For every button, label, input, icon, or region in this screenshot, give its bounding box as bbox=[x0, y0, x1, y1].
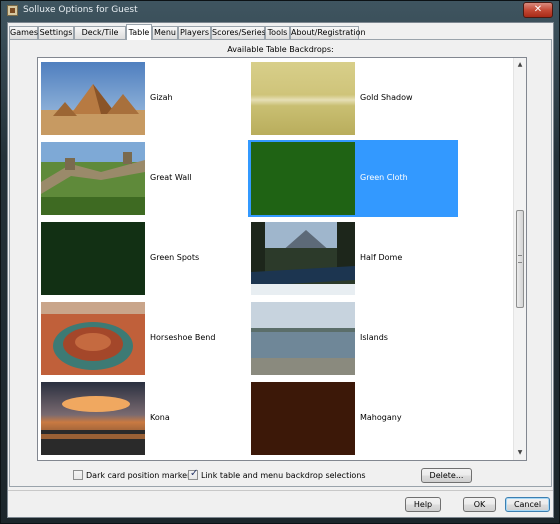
tab-games[interactable]: Games bbox=[9, 26, 38, 39]
gold-gradient-image bbox=[251, 62, 355, 135]
backdrop-label: Great Wall bbox=[150, 173, 192, 182]
backdrop-item-gizah[interactable]: Gizah bbox=[38, 60, 238, 137]
ok-button[interactable]: OK bbox=[463, 497, 496, 512]
tab-settings[interactable]: Settings bbox=[38, 26, 74, 39]
backdrop-item-islands[interactable]: Islands bbox=[248, 300, 458, 377]
backdrop-item-mahogany[interactable]: Mahogany bbox=[248, 380, 458, 457]
tab-tools[interactable]: Tools bbox=[265, 26, 290, 39]
great-wall-image bbox=[41, 142, 145, 215]
backdrop-label: Kona bbox=[150, 413, 170, 422]
dark-green-image bbox=[41, 222, 145, 295]
backdrop-item-green-spots[interactable]: Green Spots bbox=[38, 220, 238, 297]
dialog-client: Games Settings Deck/Tile Set Table Menu … bbox=[7, 22, 554, 518]
scroll-up-arrow-icon[interactable]: ▲ bbox=[514, 58, 526, 72]
backdrop-label: Mahogany bbox=[360, 413, 402, 422]
dark-markers-label: Dark card position markers bbox=[86, 471, 195, 480]
vertical-scrollbar[interactable]: ▲ ▼ bbox=[513, 58, 526, 460]
backdrop-list[interactable]: Gizah Gold Shadow Great Wall Green Cloth… bbox=[37, 57, 527, 461]
tab-players[interactable]: Players bbox=[178, 26, 211, 39]
backdrop-label: Half Dome bbox=[360, 253, 403, 262]
green-cloth-image bbox=[251, 142, 355, 215]
cancel-button[interactable]: Cancel bbox=[505, 497, 550, 512]
tab-about-registration[interactable]: About/Registration bbox=[290, 26, 366, 39]
tab-scores-series[interactable]: Scores/Series bbox=[211, 26, 266, 39]
backdrops-heading: Available Table Backdrops: bbox=[227, 45, 334, 54]
title-bar[interactable]: Solluxe Options for Guest ✕ bbox=[1, 1, 559, 21]
snowy-river-image bbox=[251, 222, 355, 295]
window-title: Solluxe Options for Guest bbox=[23, 5, 138, 15]
scroll-thumb[interactable] bbox=[516, 210, 524, 308]
backdrop-item-great-wall[interactable]: Great Wall bbox=[38, 140, 238, 217]
tab-menu[interactable]: Menu bbox=[152, 26, 178, 39]
link-backdrops-label: Link table and menu backdrop selections bbox=[201, 471, 366, 480]
backdrop-item-gold-shadow[interactable]: Gold Shadow bbox=[248, 60, 458, 137]
backdrop-item-kona[interactable]: Kona bbox=[38, 380, 238, 457]
checkmark-icon: ✓ bbox=[190, 468, 199, 479]
grip-icon bbox=[518, 255, 522, 263]
help-button[interactable]: Help bbox=[405, 497, 441, 512]
tab-table[interactable]: Table bbox=[126, 24, 152, 40]
table-tab-panel: Available Table Backdrops: Gizah Gold Sh… bbox=[9, 39, 552, 487]
separator bbox=[8, 490, 553, 491]
backdrop-label: Green Cloth bbox=[360, 173, 408, 182]
link-backdrops-checkbox[interactable]: ✓ bbox=[188, 468, 199, 480]
close-button[interactable]: ✕ bbox=[523, 2, 553, 18]
pyramids-image bbox=[41, 62, 145, 135]
tab-deck-tile-set[interactable]: Deck/Tile Set bbox=[74, 26, 126, 49]
canyon-image bbox=[41, 302, 145, 375]
backdrop-item-half-dome[interactable]: Half Dome bbox=[248, 220, 458, 297]
options-window: Solluxe Options for Guest ✕ Games Settin… bbox=[0, 0, 560, 524]
mahogany-image bbox=[251, 382, 355, 455]
backdrop-label: Green Spots bbox=[150, 253, 200, 262]
lake-image bbox=[251, 302, 355, 375]
backdrop-label: Horseshoe Bend bbox=[150, 333, 216, 342]
sunset-image bbox=[41, 382, 145, 455]
scroll-down-arrow-icon[interactable]: ▼ bbox=[514, 446, 526, 460]
delete-button[interactable]: Delete... bbox=[421, 468, 472, 483]
dark-markers-checkbox[interactable] bbox=[73, 470, 83, 480]
backdrop-label: Gold Shadow bbox=[360, 93, 413, 102]
app-icon bbox=[7, 5, 18, 16]
backdrop-item-horseshoe-bend[interactable]: Horseshoe Bend bbox=[38, 300, 238, 377]
backdrop-label: Gizah bbox=[150, 93, 173, 102]
backdrop-label: Islands bbox=[360, 333, 388, 342]
backdrop-item-green-cloth[interactable]: Green Cloth bbox=[248, 140, 458, 217]
